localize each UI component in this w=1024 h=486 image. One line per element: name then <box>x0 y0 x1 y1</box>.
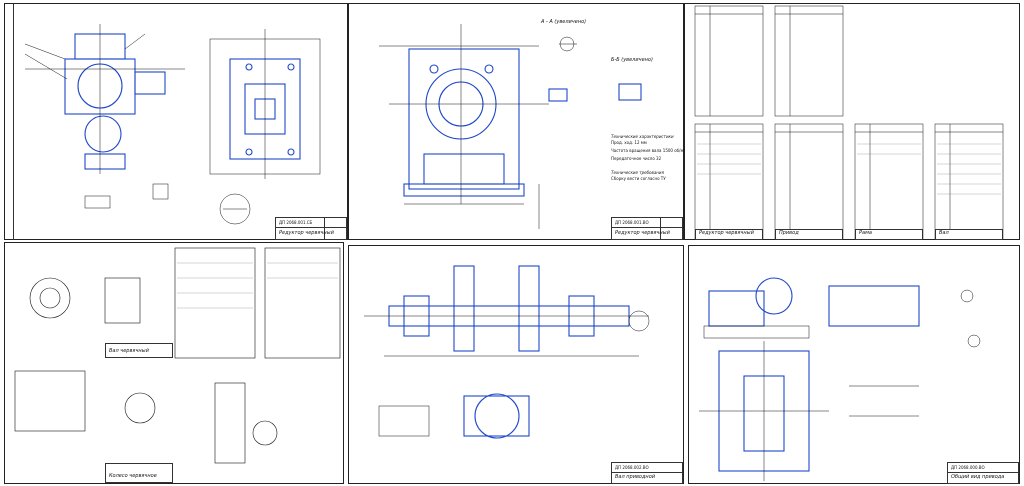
svg-text:Передаточное число 32: Передаточное число 32 <box>611 156 662 161</box>
tech-characteristics-heading: Технические характеристики <box>611 134 674 139</box>
drive-general-view-drawing <box>699 277 981 481</box>
title-block: ДП 2068.001.СБ Редуктор червячный <box>275 217 347 240</box>
title-block: ДП 2068.001.ВО Редуктор червячный <box>611 217 683 240</box>
drawing-code: ДП 2068.000.ВО <box>951 465 985 470</box>
drive-shaft-drawing <box>364 265 650 439</box>
gearbox-assembly-drawing <box>24 24 321 225</box>
gearbox-front-view-drawing: Прод. ход. 12 мм Частота вращения вала 1… <box>379 24 685 229</box>
drawing-title: Колесо червячное <box>109 473 157 479</box>
svg-text:Сборку вести согласно ТУ: Сборку вести согласно ТУ <box>611 176 666 181</box>
drawing-sheet-specifications: Редуктор червячный Привод Рама Вал <box>684 3 1020 240</box>
title-block: Редуктор червячный <box>695 229 763 240</box>
drawing-sheet-gearbox-view: Прод. ход. 12 мм Частота вращения вала 1… <box>348 3 685 240</box>
drawing-code: ДП 2068.001.СБ <box>279 220 313 225</box>
title-block: Колесо червячное <box>105 463 173 483</box>
drawing-title: Рама <box>859 230 872 236</box>
title-block: Привод <box>775 229 843 240</box>
section-label-bb: Б-Б (увеличено) <box>611 57 653 63</box>
drawing-title: Привод <box>779 230 799 236</box>
section-label-aa: А - А (увеличено) <box>541 19 587 25</box>
drawing-title: Вал <box>939 230 949 236</box>
title-block: ДП 2068.002.ВО Вал приводной <box>611 462 683 484</box>
drawing-title: Вал червячный <box>109 348 149 354</box>
title-block: Рама <box>855 229 923 240</box>
drawing-title: Общий вид привода <box>951 474 1005 480</box>
title-block: Вал <box>935 229 1003 240</box>
tech-requirements-heading: Технические требования <box>611 170 664 175</box>
svg-text:Частота вращения вала 1500 об/: Частота вращения вала 1500 об/мин <box>611 148 685 153</box>
drawing-code: ДП 2068.001.ВО <box>615 220 649 225</box>
drawing-sheet-gearbox-assembly: ДП 2068.001.СБ Редуктор червячный <box>4 3 348 240</box>
drawing-sheet-parts: Вал червячный Колесо червячное <box>4 242 344 484</box>
drawing-title: Вал приводной <box>615 474 656 480</box>
title-block: ДП 2068.000.ВО Общий вид привода <box>947 462 1019 484</box>
title-block: Вал червячный <box>105 343 173 358</box>
drawing-title: Редуктор червячный <box>615 230 670 236</box>
drawing-title: Редуктор червячный <box>699 230 754 236</box>
specification-tables <box>694 5 1004 240</box>
drawing-code: ДП 2068.002.ВО <box>615 465 649 470</box>
parts-drawing <box>14 247 341 464</box>
drawing-title: Редуктор червячный <box>279 230 334 236</box>
svg-text:Прод. ход. 12 мм: Прод. ход. 12 мм <box>611 140 647 145</box>
drawing-sheet-drive-shaft: ДП 2068.002.ВО Вал приводной <box>348 245 684 484</box>
drawing-sheet-drive-general: ДП 2068.000.ВО Общий вид привода <box>688 245 1020 484</box>
